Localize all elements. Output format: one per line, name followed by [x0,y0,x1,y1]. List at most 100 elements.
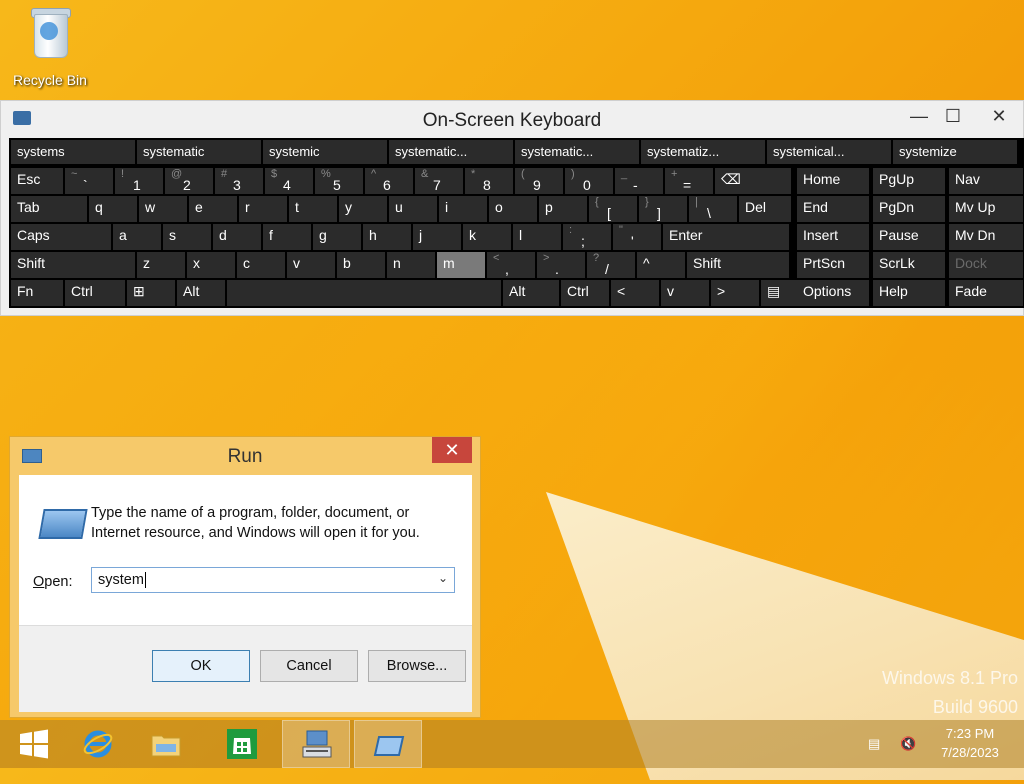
key-u[interactable]: u [389,196,437,222]
key-backspace[interactable]: ⌫ [715,168,791,194]
suggestion-5[interactable]: systematic... [515,140,639,164]
key-3[interactable]: #3 [215,168,263,194]
suggestion-8[interactable]: systemize [893,140,1017,164]
key-1[interactable]: ! 1 [115,168,163,194]
key-,[interactable]: <, [487,252,535,278]
key-r[interactable]: r [239,196,287,222]
key-8[interactable]: * 8 [465,168,513,194]
key-h[interactable]: h [363,224,411,250]
key-down-arrow[interactable]: v [661,280,709,306]
key-0[interactable]: ) 0 [565,168,613,194]
key-b[interactable]: b [337,252,385,278]
taskbar-internet-explorer[interactable] [64,720,132,768]
key-4[interactable]: $4 [265,168,313,194]
key-pgdn[interactable]: PgDn [873,196,945,222]
key-s[interactable]: s [163,224,211,250]
key-caps[interactable]: Caps [11,224,111,250]
taskbar-on-screen-keyboard[interactable] [282,720,350,768]
key-nav[interactable]: Nav [949,168,1023,194]
key-v[interactable]: v [287,252,335,278]
key-i[interactable]: i [439,196,487,222]
key-`[interactable]: ~ ` [65,168,113,194]
key-n[interactable]: n [387,252,435,278]
key-d[interactable]: d [213,224,261,250]
browse-button[interactable]: Browse... [368,650,466,682]
key-left-arrow[interactable]: < [611,280,659,306]
key-right-arrow[interactable]: > [711,280,759,306]
key-mv-up[interactable]: Mv Up [949,196,1023,222]
key-9[interactable]: (9 [515,168,563,194]
key-7[interactable]: & 7 [415,168,463,194]
key-space[interactable] [227,280,501,306]
key-q[interactable]: q [89,196,137,222]
ok-button[interactable]: OK [152,650,250,682]
key-tab[interactable]: Tab [11,196,87,222]
key-del[interactable]: Del [739,196,791,222]
key-k[interactable]: k [463,224,511,250]
key-home[interactable]: Home [797,168,869,194]
key-right-shift[interactable]: Shift [687,252,789,278]
key-alt-right[interactable]: Alt [503,280,559,306]
key-alt[interactable]: Alt [177,280,225,306]
taskbar-run[interactable] [354,720,422,768]
key-][interactable]: }] [639,196,687,222]
network-icon[interactable]: ▤ [868,736,880,784]
key-fade[interactable]: Fade [949,280,1023,306]
key-'[interactable]: " ' [613,224,661,250]
key-\[interactable]: | \ [689,196,737,222]
suggestion-2[interactable]: systematic [137,140,261,164]
key-ctrl-right[interactable]: Ctrl [561,280,609,306]
key-esc[interactable]: Esc [11,168,63,194]
key-up-arrow[interactable]: ^ [637,252,685,278]
taskbar-store[interactable] [208,720,276,768]
key-x[interactable]: x [187,252,235,278]
chevron-down-icon[interactable]: ⌄ [438,571,448,585]
suggestion-1[interactable]: systems [11,140,135,164]
osk-titlebar[interactable]: On-Screen Keyboard — ☐ ✕ [1,101,1023,137]
key-/[interactable]: ? / [587,252,635,278]
maximize-button[interactable]: ☐ [941,103,965,129]
key-a[interactable]: a [113,224,161,250]
key-insert[interactable]: Insert [797,224,869,250]
key-options[interactable]: Options [797,280,869,306]
key-g[interactable]: g [313,224,361,250]
key-e[interactable]: e [189,196,237,222]
key-y[interactable]: y [339,196,387,222]
suggestion-6[interactable]: systematiz... [641,140,765,164]
run-close-button[interactable]: ✕ [432,437,472,463]
key-;[interactable]: :; [563,224,611,250]
key-2[interactable]: @2 [165,168,213,194]
key-prtscn[interactable]: PrtScn [797,252,869,278]
close-button[interactable]: ✕ [981,103,1017,129]
key-z[interactable]: z [137,252,185,278]
key-windows[interactable]: ⊞ [127,280,175,306]
key-fn[interactable]: Fn [11,280,63,306]
run-titlebar[interactable]: Run ✕ [10,437,480,475]
key-end[interactable]: End [797,196,869,222]
key-dock[interactable]: Dock [949,252,1023,278]
key-.[interactable]: >. [537,252,585,278]
open-input[interactable]: system ⌄ [91,567,455,593]
key-l[interactable]: l [513,224,561,250]
cancel-button[interactable]: Cancel [260,650,358,682]
key-j[interactable]: j [413,224,461,250]
suggestion-7[interactable]: systemical... [767,140,891,164]
key--[interactable]: _ - [615,168,663,194]
key-m[interactable]: m [437,252,485,278]
key-6[interactable]: ^ 6 [365,168,413,194]
key-=[interactable]: + = [665,168,713,194]
key-ctrl[interactable]: Ctrl [65,280,125,306]
key-pause[interactable]: Pause [873,224,945,250]
key-f[interactable]: f [263,224,311,250]
key-enter[interactable]: Enter [663,224,789,250]
key-w[interactable]: w [139,196,187,222]
taskbar-file-explorer[interactable] [132,720,200,768]
key-p[interactable]: p [539,196,587,222]
key-left-shift[interactable]: Shift [11,252,135,278]
key-mv-dn[interactable]: Mv Dn [949,224,1023,250]
recycle-bin-shortcut[interactable]: Recycle Bin [8,4,92,88]
key-t[interactable]: t [289,196,337,222]
minimize-button[interactable]: — [907,103,931,129]
key-c[interactable]: c [237,252,285,278]
key-[[interactable]: {[ [589,196,637,222]
